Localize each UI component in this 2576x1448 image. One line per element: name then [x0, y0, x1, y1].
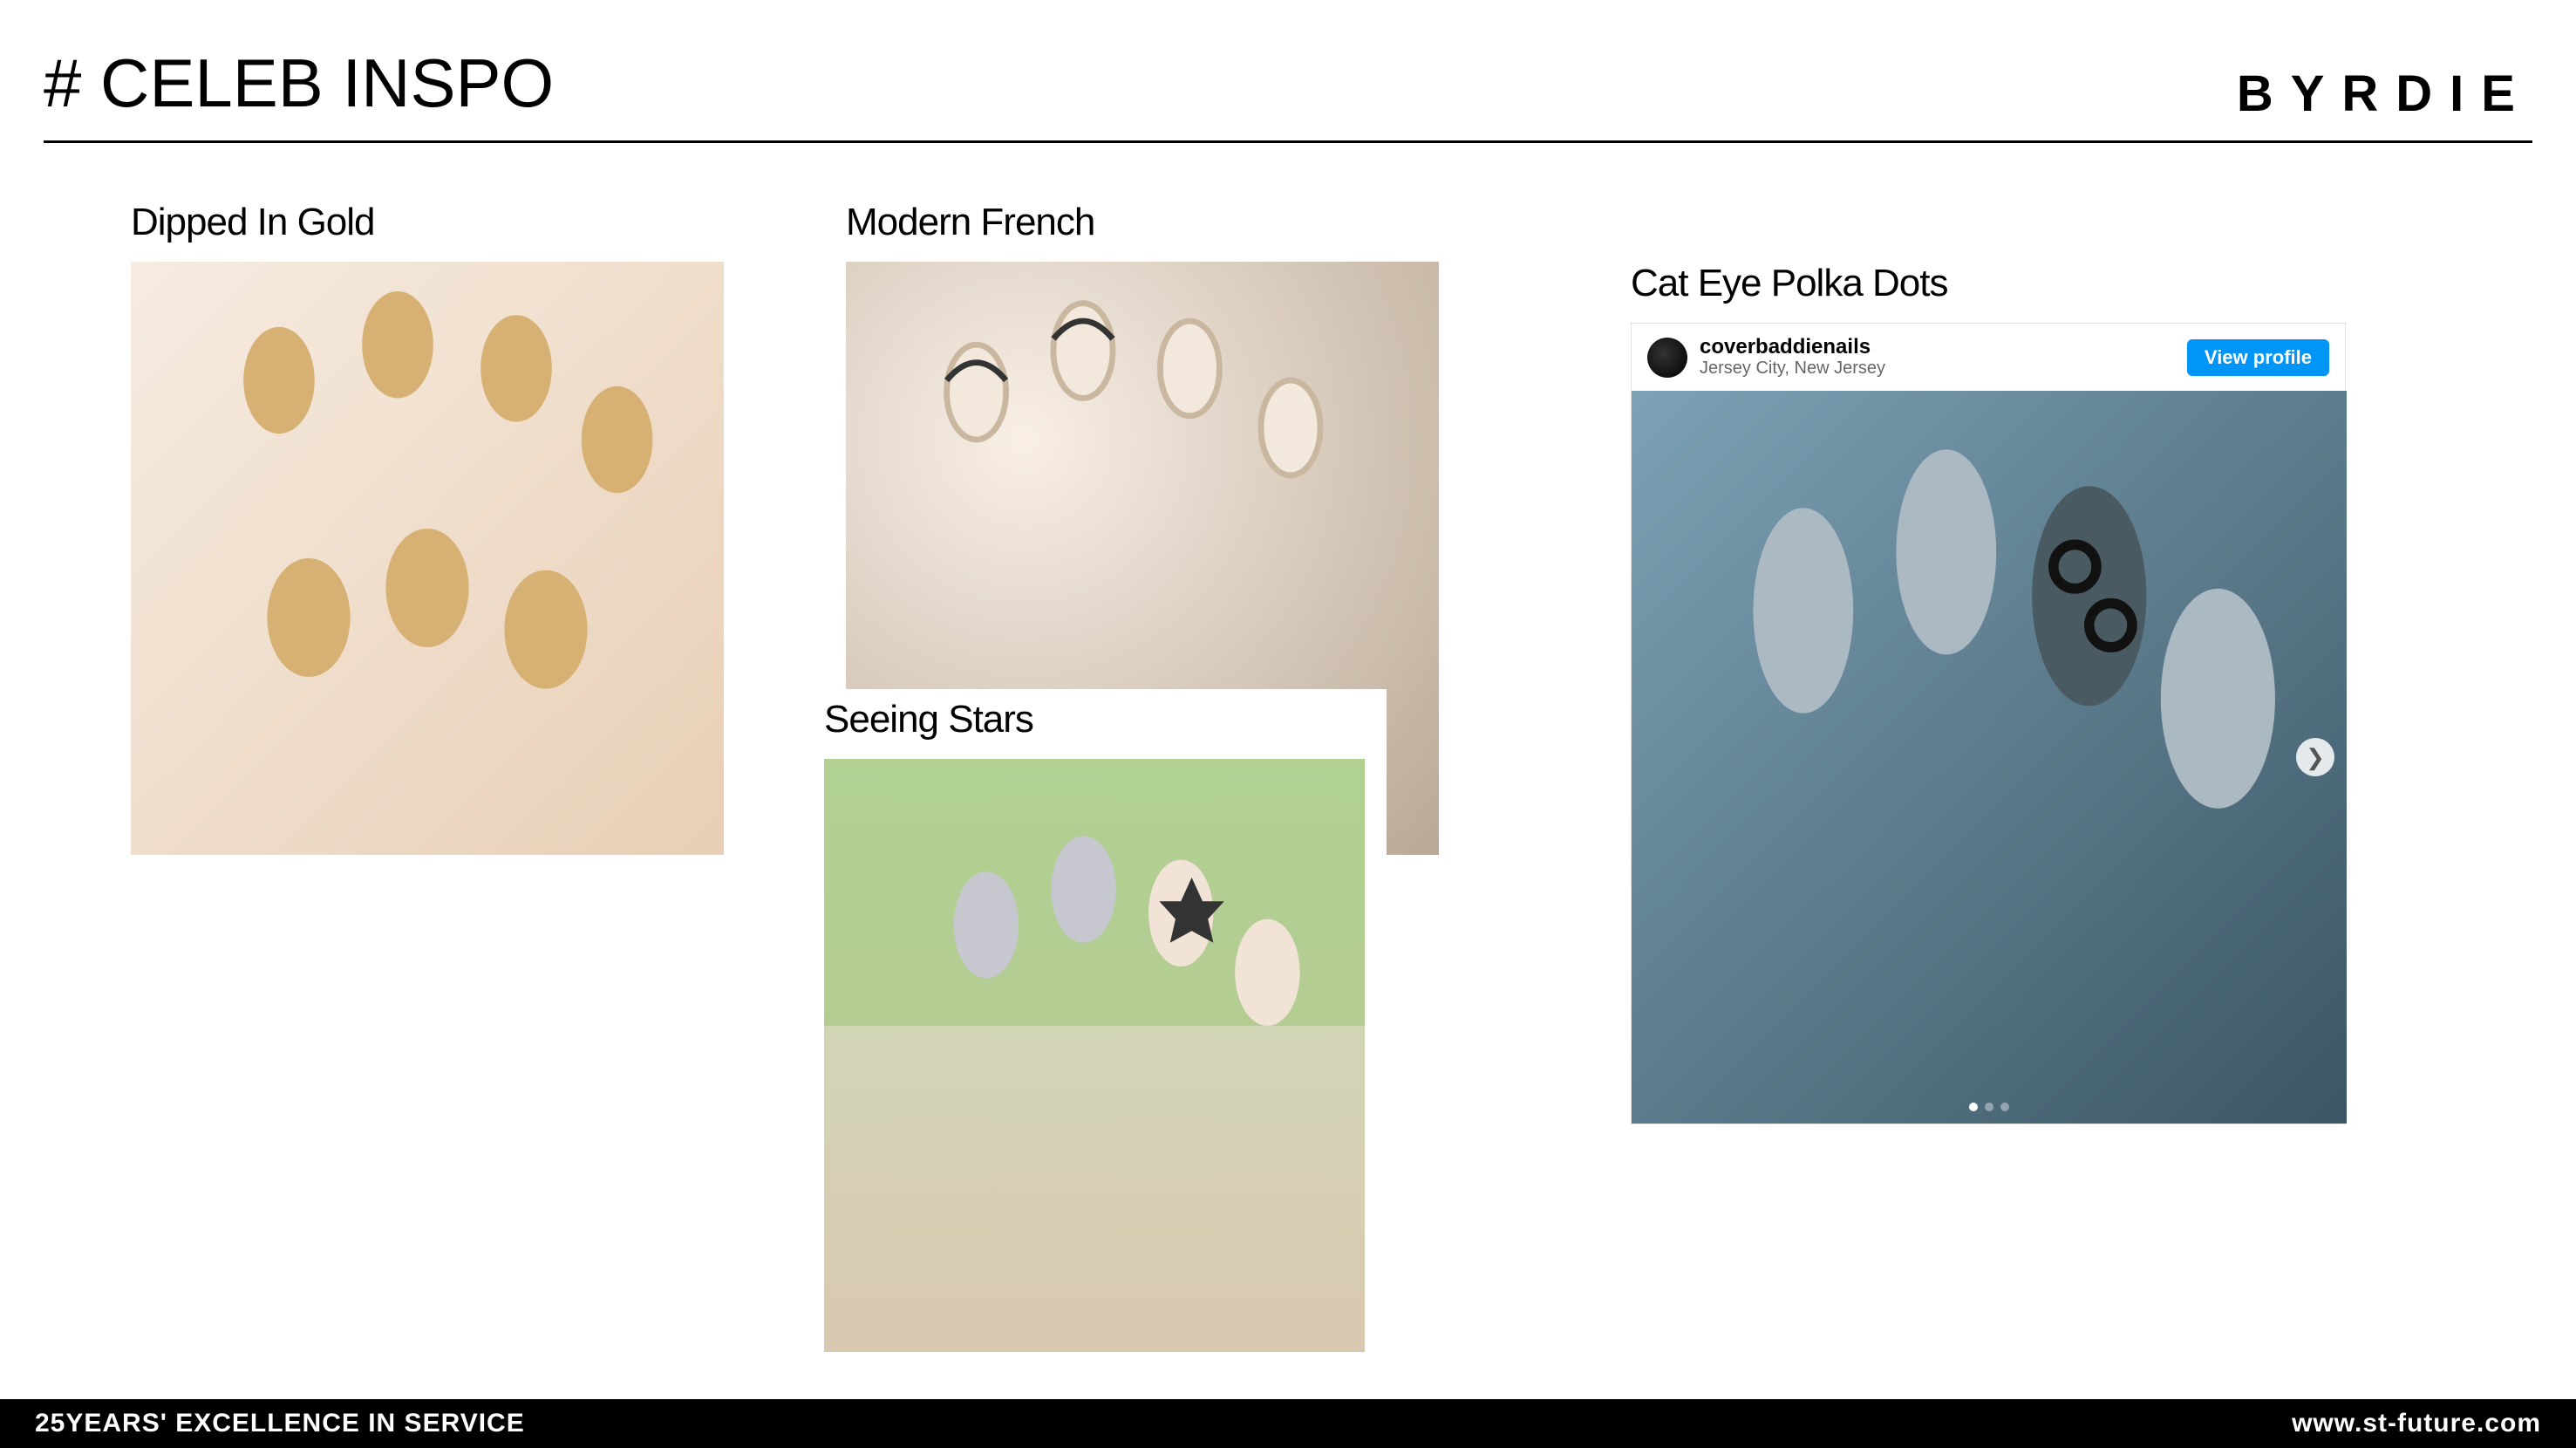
instagram-username[interactable]: coverbaddienails: [1700, 336, 1885, 359]
footer-site-url: www.st-future.com: [2292, 1409, 2541, 1438]
instagram-header-left: coverbaddienails Jersey City, New Jersey: [1647, 336, 1885, 379]
carousel-dots: [1969, 1103, 2009, 1111]
hand-illustration-icon: [824, 759, 1365, 1352]
instagram-header: coverbaddienails Jersey City, New Jersey…: [1632, 324, 2345, 391]
card-title: Modern French: [846, 201, 1439, 244]
avatar[interactable]: [1647, 338, 1687, 378]
page-title: # CELEB INSPO: [44, 44, 554, 123]
footer-tagline: 25YEARS' EXCELLENCE IN SERVICE: [35, 1409, 525, 1438]
nail-image-stars: [824, 759, 1365, 1352]
instagram-embed: coverbaddienails Jersey City, New Jersey…: [1631, 323, 2346, 1124]
hand-illustration-icon: [131, 262, 724, 855]
nail-image-dipped: [131, 262, 724, 855]
card-cat-eye-polka-dots: Cat Eye Polka Dots coverbaddienails Jers…: [1631, 262, 2346, 1124]
slide-header: # CELEB INSPO BYRDIE: [44, 44, 2532, 143]
slide-footer: 25YEARS' EXCELLENCE IN SERVICE www.st-fu…: [0, 1399, 2576, 1448]
view-profile-button[interactable]: View profile: [2187, 339, 2329, 376]
carousel-dot[interactable]: [1985, 1103, 1993, 1111]
instagram-user-block: coverbaddienails Jersey City, New Jersey: [1700, 336, 1885, 379]
brand-logo: BYRDIE: [2237, 65, 2532, 123]
card-dipped-in-gold: Dipped In Gold: [131, 201, 724, 855]
card-title: Dipped In Gold: [131, 201, 724, 244]
chevron-right-icon: ❯: [2306, 744, 2325, 771]
carousel-dot[interactable]: [2000, 1103, 2009, 1111]
carousel-next-button[interactable]: ❯: [2296, 738, 2334, 776]
card-title: Cat Eye Polka Dots: [1631, 262, 2346, 305]
card-title: Seeing Stars: [824, 698, 1365, 741]
instagram-image[interactable]: ❯: [1632, 391, 2347, 1124]
slide-content: Dipped In Gold Modern French: [44, 183, 2532, 1369]
carousel-dot[interactable]: [1969, 1103, 1978, 1111]
card-seeing-stars: Seeing Stars: [802, 689, 1387, 1352]
instagram-location[interactable]: Jersey City, New Jersey: [1700, 359, 1885, 379]
hand-illustration-icon: [1632, 391, 2347, 1124]
